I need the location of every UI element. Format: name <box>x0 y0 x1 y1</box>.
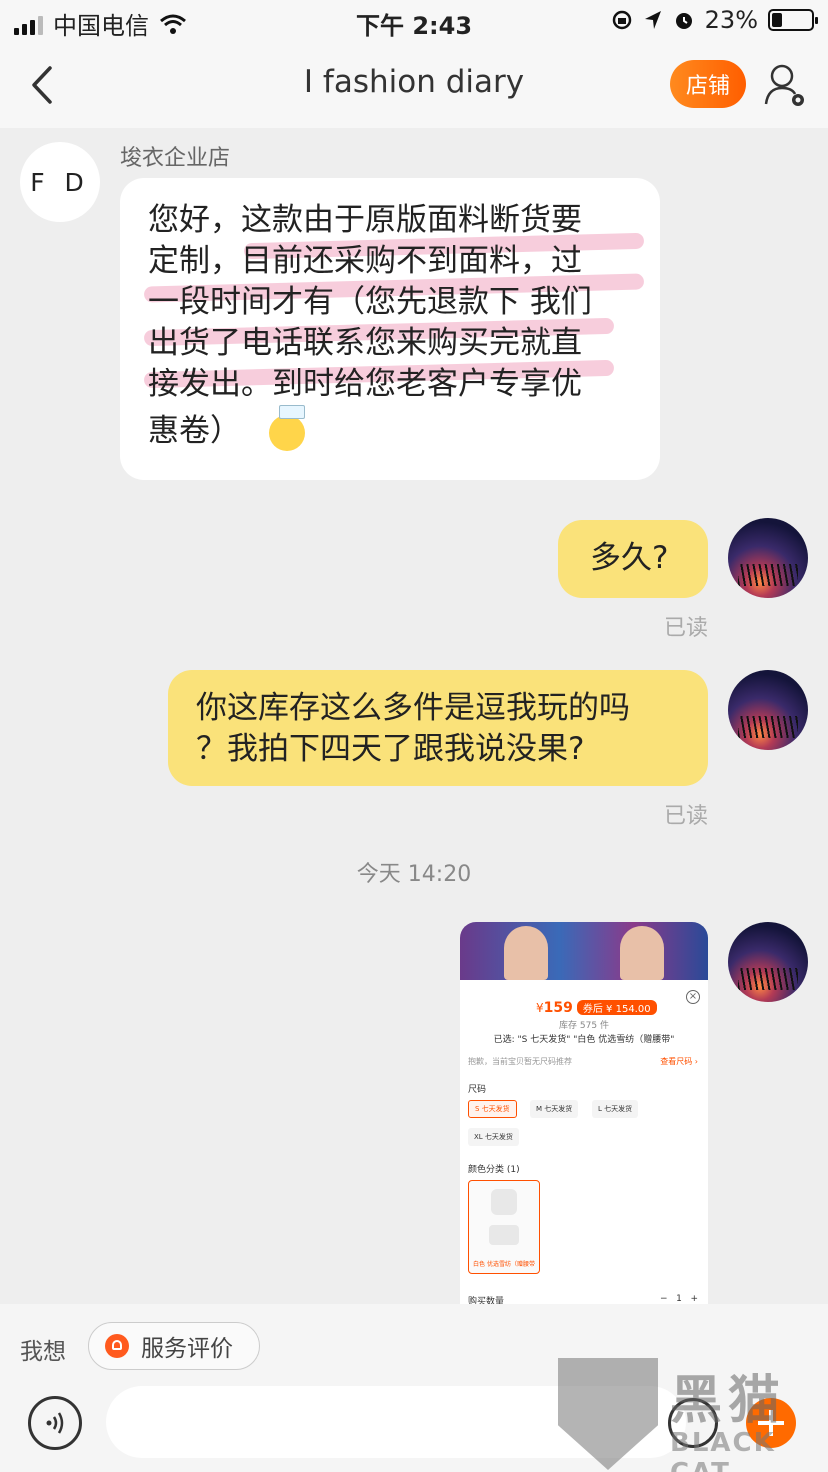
seller-name: 埈衣企业店 <box>120 146 231 171</box>
seller-message-line: 出货了电话联系您来购买完就直 <box>148 325 582 361</box>
product-banner-image <box>460 922 708 980</box>
seller-message-line: 定制，目前还采购不到面料，过 <box>148 243 582 279</box>
my-avatar[interactable] <box>728 670 808 750</box>
seller-message-line: 接发出。到时给您老客户专享优 <box>148 366 582 402</box>
my-message-line: 你这库存这么多件是逗我玩的吗 <box>196 690 630 726</box>
status-right: 23% <box>611 6 818 34</box>
quantity-label: 购买数量 <box>468 1297 505 1304</box>
stock-count: 库存 575 件 <box>559 1021 609 1031</box>
orientation-lock-icon <box>612 10 631 30</box>
battery-percent: 23% <box>704 6 758 34</box>
location-icon <box>644 11 661 29</box>
size-option: M 七天发货 <box>530 1100 579 1118</box>
user-settings-icon[interactable] <box>762 62 808 110</box>
watermark-en: BLACK CAT <box>670 1428 776 1472</box>
seller-message-line: 您好，这款由于原版面料断货要 <box>148 202 582 238</box>
shorts-image <box>489 1225 519 1245</box>
read-receipt: 已读 <box>663 616 708 641</box>
seller-avatar[interactable]: F D <box>20 142 100 222</box>
time-separator: 今天 14:20 <box>356 862 472 887</box>
status-bar: 中国电信 下午 2:43 23% <box>0 0 828 44</box>
read-receipt: 已读 <box>663 804 708 829</box>
review-icon <box>105 1334 129 1358</box>
size-note: 抱歉，当前宝贝暂无尺码推荐 <box>468 1057 572 1066</box>
voice-input-icon[interactable] <box>28 1396 82 1450</box>
size-label: 尺码 <box>468 1085 487 1095</box>
sorry-emoji-icon <box>269 404 305 451</box>
nav-bar: I fashion diary 店铺 <box>0 44 828 128</box>
my-avatar[interactable] <box>728 922 808 1002</box>
black-cat-watermark: 黑猫 BLACK CAT <box>558 1358 828 1472</box>
my-message-bubble[interactable]: 多久? <box>558 520 708 598</box>
watermark-cn: 黑猫 <box>670 1371 787 1431</box>
size-chart-link: 查看尺码 › <box>660 1057 698 1066</box>
seller-message-line: 一段时间才有（您先退款下 我们 <box>148 284 592 320</box>
product-price: ¥159 券后 ¥ 154.00 <box>536 1000 657 1016</box>
my-message-line: ？我拍下四天了跟我说没果? <box>196 731 585 767</box>
cat-shield-logo <box>558 1358 658 1470</box>
my-message-bubble[interactable]: 你这库存这么多件是逗我玩的吗 ？我拍下四天了跟我说没果? <box>168 670 708 786</box>
close-icon: × <box>686 990 700 1004</box>
color-option: 白色 优选雪纺（赠腰带 <box>468 1180 540 1274</box>
battery-icon <box>768 9 818 31</box>
size-option: XL 七天发货 <box>468 1128 519 1146</box>
product-screenshot-message[interactable]: × ¥159 券后 ¥ 154.00 库存 575 件 已选: "S 七天发货" … <box>460 922 708 1304</box>
blouse-image <box>491 1189 517 1215</box>
color-label: 颜色分类 (1) <box>468 1165 520 1175</box>
service-review-button[interactable]: 服务评价 <box>88 1322 260 1370</box>
quantity-stepper: − 1 + <box>660 1294 698 1304</box>
seller-message-last-line: 惠卷） <box>148 404 632 452</box>
service-review-label: 服务评价 <box>141 1336 233 1362</box>
seller-message-bubble[interactable]: 您好，这款由于原版面料断货要 定制，目前还采购不到面料，过 一段时间才有（您先退… <box>120 178 660 480</box>
quick-action-label: 我想 <box>20 1339 66 1365</box>
seller-message-line: 惠卷） <box>148 413 241 449</box>
my-avatar[interactable] <box>728 518 808 598</box>
alarm-icon <box>675 13 692 29</box>
shop-button[interactable]: 店铺 <box>670 60 746 108</box>
chat-area[interactable]: F D 埈衣企业店 您好，这款由于原版面料断货要 定制，目前还采购不到面料，过 … <box>0 128 828 1304</box>
size-option: S 七天发货 <box>468 1100 517 1118</box>
size-option: L 七天发货 <box>592 1100 639 1118</box>
selected-options: 已选: "S 七天发货" "白色 优选雪纺（赠腰带" <box>493 1035 675 1045</box>
